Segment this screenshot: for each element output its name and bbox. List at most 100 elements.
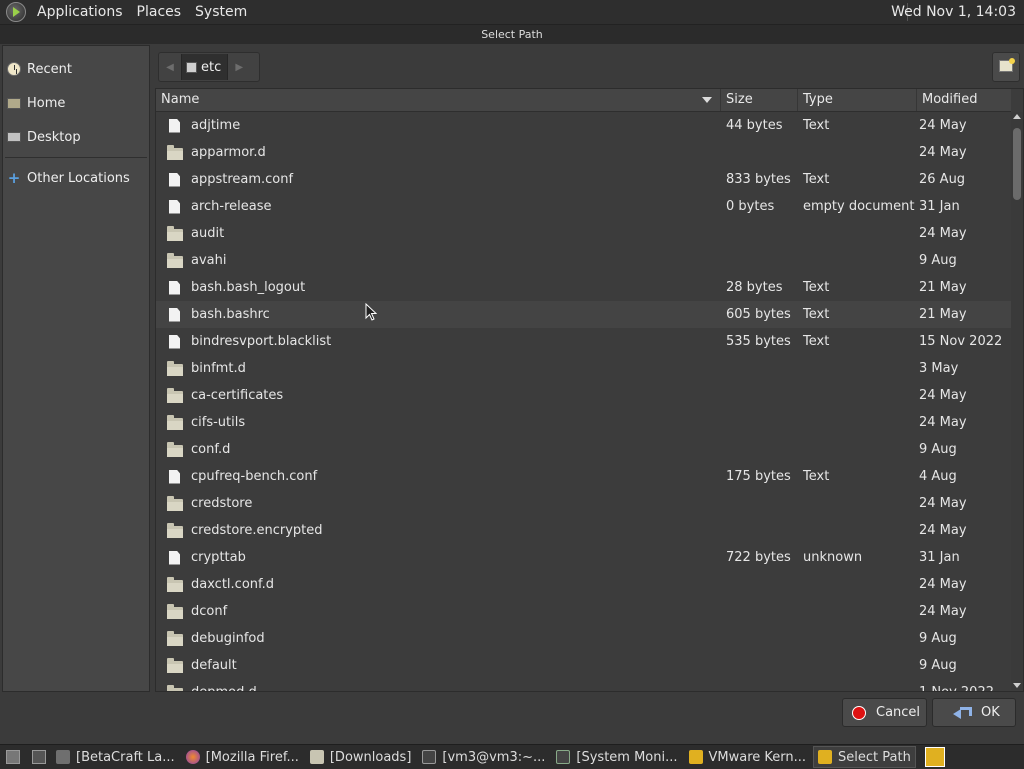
row-icon-cell: [156, 199, 191, 214]
scrollbar-thumb[interactable]: [1013, 128, 1021, 200]
file-name: bash.bash_logout: [191, 280, 306, 295]
column-header-modified[interactable]: Modified: [917, 89, 1011, 111]
file-name: debuginfod: [191, 631, 265, 646]
file-row[interactable]: credstore.encrypted 24 May: [156, 517, 1011, 544]
file-row[interactable]: bindresvport.blacklist 535 bytes Text 15 No…: [156, 328, 1011, 355]
column-header-size[interactable]: Size: [721, 89, 798, 111]
ok-button[interactable]: OK: [932, 698, 1016, 727]
column-header-type[interactable]: Type: [798, 89, 917, 111]
taskbar-task[interactable]: [Downloads]: [306, 746, 416, 768]
sidebar-item-label: Desktop: [27, 129, 81, 145]
vertical-scrollbar[interactable]: [1011, 112, 1023, 690]
row-icon-cell: [156, 360, 191, 376]
path-segment-etc[interactable]: etc: [181, 54, 229, 80]
file-modified: 24 May: [919, 523, 967, 538]
file-icon: [169, 199, 180, 214]
row-icon-cell: [156, 630, 191, 646]
taskbar-task-label: VMware Kern...: [708, 749, 807, 765]
file-row[interactable]: ca-certificates 24 May: [156, 382, 1011, 409]
file-row[interactable]: bash.bashrc 605 bytes Text 21 May: [156, 301, 1011, 328]
file-row[interactable]: cifs-utils 24 May: [156, 409, 1011, 436]
folder-icon: [166, 576, 183, 592]
create-folder-button[interactable]: [992, 52, 1020, 82]
scroll-down-arrow-icon[interactable]: [1013, 683, 1021, 688]
file-row[interactable]: dconf 24 May: [156, 598, 1011, 625]
row-icon-cell: [156, 307, 191, 322]
cancel-button[interactable]: Cancel: [842, 698, 927, 727]
file-modified: 24 May: [919, 415, 967, 430]
top-panel: Applications Places System Wed Nov 1, 14…: [0, 0, 1024, 25]
file-row[interactable]: debuginfod 9 Aug: [156, 625, 1011, 652]
menu-applications[interactable]: Applications: [30, 4, 130, 20]
vmware-icon: [688, 750, 703, 764]
sidebar-item-desktop[interactable]: Desktop: [3, 120, 149, 154]
file-row[interactable]: binfmt.d 3 May: [156, 355, 1011, 382]
file-row[interactable]: conf.d 9 Aug: [156, 436, 1011, 463]
file-row[interactable]: depmod.d 1 Nov 2022: [156, 679, 1011, 691]
file-name: bash.bashrc: [191, 307, 270, 322]
scroll-up-arrow-icon[interactable]: [1013, 114, 1021, 119]
file-size: 833 bytes: [726, 172, 791, 187]
file-row[interactable]: credstore 24 May: [156, 490, 1011, 517]
file-name: bindresvport.blacklist: [191, 334, 332, 349]
file-row[interactable]: audit 24 May: [156, 220, 1011, 247]
taskbar-task[interactable]: [System Moni...: [552, 746, 681, 768]
sidebar-item-recent[interactable]: Recent: [3, 52, 149, 86]
workspace-icon[interactable]: [32, 750, 46, 764]
menu-system[interactable]: System: [188, 4, 254, 20]
path-forward-button[interactable]: ▶: [228, 62, 250, 73]
taskbar-task[interactable]: [BetaCraft La...: [52, 746, 179, 768]
folder-icon: [166, 657, 183, 673]
clock[interactable]: Wed Nov 1, 14:03: [891, 4, 1016, 20]
row-icon-cell: [156, 144, 191, 160]
path-back-button[interactable]: ◀: [159, 62, 181, 73]
taskbar-task-label: [Mozilla Firef...: [205, 749, 299, 765]
row-icon-cell: [156, 118, 191, 133]
system-monitor-icon: [556, 750, 571, 764]
file-name: conf.d: [191, 442, 231, 457]
file-row[interactable]: daxctl.conf.d 24 May: [156, 571, 1011, 598]
file-row[interactable]: cpufreq-bench.conf 175 bytes Text 4 Aug: [156, 463, 1011, 490]
column-header-name[interactable]: Name: [156, 89, 721, 111]
taskbar-task[interactable]: VMware Kern...: [685, 746, 811, 768]
menu-places[interactable]: Places: [130, 4, 189, 20]
taskbar-task[interactable]: [Mozilla Firef...: [182, 746, 303, 768]
file-name: apparmor.d: [191, 145, 266, 160]
file-row[interactable]: avahi 9 Aug: [156, 247, 1011, 274]
file-name: appstream.conf: [191, 172, 294, 187]
places-sidebar: Recent Home Desktop + Other Locations: [2, 45, 150, 692]
file-row[interactable]: crypttab 722 bytes unknown 31 Jan: [156, 544, 1011, 571]
sidebar-item-home[interactable]: Home: [3, 86, 149, 120]
file-modified: 1 Nov 2022: [919, 685, 1011, 691]
file-row[interactable]: appstream.conf 833 bytes Text 26 Aug: [156, 166, 1011, 193]
taskbar-task[interactable]: Select Path: [813, 746, 916, 768]
file-modified: 24 May: [919, 118, 967, 133]
show-desktop-icon[interactable]: [6, 750, 20, 764]
file-size: 44 bytes: [726, 118, 783, 133]
file-size: 28 bytes: [726, 280, 783, 295]
file-icon: [169, 172, 180, 187]
taskbar-task[interactable]: [vm3@vm3:~...: [418, 746, 549, 768]
file-name: crypttab: [191, 550, 246, 565]
file-row[interactable]: adjtime 44 bytes Text 24 May: [156, 112, 1011, 139]
vmware-tray-icon[interactable]: [924, 747, 945, 767]
file-name: adjtime: [191, 118, 241, 133]
distro-logo-icon[interactable]: [6, 2, 26, 22]
file-modified: 24 May: [919, 496, 967, 511]
cancel-button-label: Cancel: [876, 705, 921, 720]
file-name: binfmt.d: [191, 361, 246, 376]
folder-icon: [166, 441, 183, 457]
file-row[interactable]: apparmor.d 24 May: [156, 139, 1011, 166]
betacraft-icon: [56, 750, 70, 764]
file-row[interactable]: arch-release 0 bytes empty document 31 Jan: [156, 193, 1011, 220]
file-modified: 26 Aug: [919, 172, 966, 187]
file-icon: [169, 280, 180, 295]
folder-icon: [166, 495, 183, 511]
file-rows: adjtime 44 bytes Text 24 May apparmor.d 24 Ma…: [156, 112, 1011, 691]
column-header-label: Size: [726, 92, 753, 107]
file-row[interactable]: default 9 Aug: [156, 652, 1011, 679]
folder-icon: [166, 387, 183, 403]
file-row[interactable]: bash.bash_logout 28 bytes Text 21 May: [156, 274, 1011, 301]
file-name: daxctl.conf.d: [191, 577, 275, 592]
sidebar-item-other-locations[interactable]: + Other Locations: [3, 161, 149, 195]
